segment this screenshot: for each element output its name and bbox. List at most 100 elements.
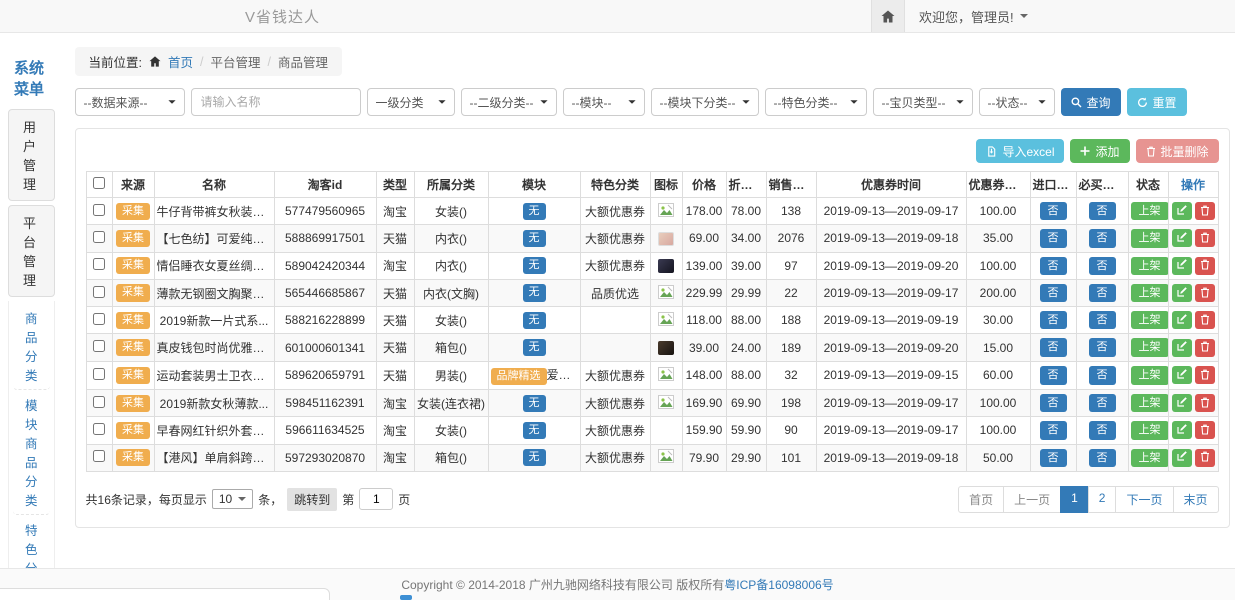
status-toggle[interactable]: 上架 (1131, 421, 1169, 439)
delete-button[interactable] (1195, 394, 1215, 412)
breadcrumb-home-link[interactable]: 首页 (168, 52, 193, 71)
batch-delete-button[interactable]: 批量删除 (1136, 139, 1219, 163)
column-header-淘客id: 淘客id (274, 172, 376, 198)
must-buy-toggle[interactable]: 否 (1089, 229, 1116, 247)
breadcrumb-item-platform[interactable]: 平台管理 (211, 52, 261, 71)
pager-item-1[interactable]: 1 (1060, 486, 1089, 513)
must-buy-toggle[interactable]: 否 (1089, 338, 1116, 356)
edit-button[interactable] (1172, 311, 1192, 329)
delete-button[interactable] (1195, 421, 1215, 439)
row-checkbox[interactable] (93, 450, 105, 462)
edit-button[interactable] (1172, 257, 1192, 275)
filter-data-source-select[interactable]: --数据来源-- (75, 88, 185, 116)
reset-button[interactable]: 重置 (1127, 88, 1187, 116)
edit-button[interactable] (1172, 339, 1192, 357)
jump-button[interactable]: 跳转到 (287, 488, 337, 511)
filter-feature-category-select[interactable]: --特色分类-- (765, 88, 867, 116)
row-checkbox[interactable] (93, 231, 105, 243)
import-select-toggle[interactable]: 否 (1040, 257, 1067, 275)
import-select-toggle[interactable]: 否 (1040, 449, 1067, 467)
status-toggle[interactable]: 上架 (1131, 449, 1169, 467)
row-checkbox-cell (86, 198, 112, 225)
edit-button[interactable] (1172, 421, 1192, 439)
breadcrumb-item-goods[interactable]: 商品管理 (278, 52, 328, 71)
pager-item-末页[interactable]: 末页 (1173, 486, 1219, 513)
delete-button[interactable] (1195, 366, 1215, 384)
edit-button[interactable] (1172, 394, 1192, 412)
delete-button[interactable] (1195, 311, 1215, 329)
row-checkbox[interactable] (93, 204, 105, 216)
status-toggle[interactable]: 上架 (1131, 202, 1169, 220)
import-select-toggle[interactable]: 否 (1040, 366, 1067, 384)
must-buy-toggle[interactable]: 否 (1089, 394, 1116, 412)
status-toggle[interactable]: 上架 (1131, 338, 1169, 356)
must-buy-toggle[interactable]: 否 (1089, 366, 1116, 384)
delete-button[interactable] (1195, 202, 1215, 220)
row-checkbox[interactable] (93, 286, 105, 298)
status-toggle[interactable]: 上架 (1131, 366, 1169, 384)
sidebar-section-用户管理[interactable]: 用户管理 (8, 109, 55, 201)
filter-level1-category-select[interactable]: 一级分类 (367, 88, 455, 116)
delete-button[interactable] (1195, 284, 1215, 302)
select-all-checkbox[interactable] (93, 177, 105, 189)
must-buy-toggle[interactable]: 否 (1089, 311, 1116, 329)
status-toggle[interactable]: 上架 (1131, 311, 1169, 329)
filter-module-sub-select[interactable]: --模块下分类-- (651, 88, 759, 116)
filter-item-type-select[interactable]: --宝贝类型-- (873, 88, 973, 116)
table-row: 采集情侣睡衣女夏丝绸男士...589042420344淘宝内衣()无大额优惠券1… (86, 252, 1218, 279)
must-buy-toggle[interactable]: 否 (1089, 449, 1116, 467)
row-checkbox[interactable] (93, 368, 105, 380)
status-toggle[interactable]: 上架 (1131, 394, 1169, 412)
cell-sales: 22 (766, 279, 816, 306)
page-number-input[interactable] (359, 488, 393, 510)
status-toggle[interactable]: 上架 (1131, 257, 1169, 275)
pager-item-上一页[interactable]: 上一页 (1003, 486, 1061, 513)
horizontal-scrollbar-thumb[interactable] (400, 595, 412, 600)
must-buy-toggle[interactable]: 否 (1089, 202, 1116, 220)
delete-button[interactable] (1195, 257, 1215, 275)
name-search-input[interactable] (191, 88, 361, 116)
import-select-toggle[interactable]: 否 (1040, 311, 1067, 329)
import-select-toggle[interactable]: 否 (1040, 202, 1067, 220)
filter-status-select[interactable]: --状态-- (979, 88, 1055, 116)
must-buy-toggle[interactable]: 否 (1089, 421, 1116, 439)
edit-button[interactable] (1172, 284, 1192, 302)
pager-item-下一页[interactable]: 下一页 (1115, 486, 1173, 513)
pager-item-2[interactable]: 2 (1088, 486, 1117, 513)
sidebar-section-平台管理[interactable]: 平台管理 (8, 205, 55, 297)
home-nav-button[interactable] (871, 0, 905, 32)
delete-button[interactable] (1195, 449, 1215, 467)
add-button[interactable]: 添加 (1070, 139, 1129, 163)
status-toggle[interactable]: 上架 (1131, 284, 1169, 302)
sidebar-item-商品分类[interactable]: 商品分类 (13, 303, 50, 390)
row-checkbox[interactable] (93, 423, 105, 435)
filter-level2-category-select[interactable]: --二级分类-- (461, 88, 557, 116)
delete-button[interactable] (1195, 229, 1215, 247)
user-menu[interactable]: 欢迎您，管理员! (905, 0, 1235, 32)
sidebar-item-模块商品分类[interactable]: 模块商品分类 (13, 390, 50, 515)
must-buy-toggle[interactable]: 否 (1089, 257, 1116, 275)
row-checkbox[interactable] (93, 313, 105, 325)
row-checkbox[interactable] (93, 396, 105, 408)
delete-button[interactable] (1195, 339, 1215, 357)
import-excel-button[interactable]: 导入excel (976, 139, 1064, 163)
search-button[interactable]: 查询 (1061, 88, 1121, 116)
edit-button[interactable] (1172, 366, 1192, 384)
import-select-toggle[interactable]: 否 (1040, 284, 1067, 302)
import-select-toggle[interactable]: 否 (1040, 421, 1067, 439)
cell-must-buy: 否 (1076, 225, 1128, 252)
per-page-select[interactable]: 10 (212, 489, 253, 509)
import-select-toggle[interactable]: 否 (1040, 394, 1067, 412)
edit-button[interactable] (1172, 202, 1192, 220)
import-select-toggle[interactable]: 否 (1040, 229, 1067, 247)
pager-item-首页[interactable]: 首页 (958, 486, 1004, 513)
must-buy-toggle[interactable]: 否 (1089, 284, 1116, 302)
edit-button[interactable] (1172, 229, 1192, 247)
edit-button[interactable] (1172, 449, 1192, 467)
import-select-toggle[interactable]: 否 (1040, 338, 1067, 356)
status-toggle[interactable]: 上架 (1131, 229, 1169, 247)
row-checkbox[interactable] (93, 258, 105, 270)
row-checkbox[interactable] (93, 340, 105, 352)
icp-link[interactable]: 粤ICP备16098006号 (724, 578, 833, 592)
filter-module-select[interactable]: --模块-- (563, 88, 645, 116)
